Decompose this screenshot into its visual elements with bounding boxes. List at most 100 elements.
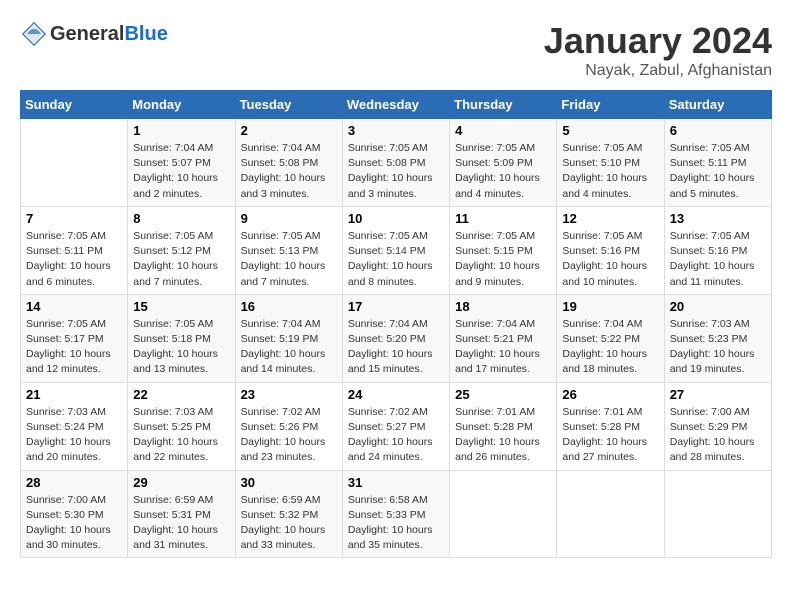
day-number: 29 [133, 475, 229, 490]
calendar-cell: 15 Sunrise: 7:05 AMSunset: 5:18 PMDayligh… [128, 294, 235, 382]
week-row-4: 21 Sunrise: 7:03 AMSunset: 5:24 PMDayligh… [21, 382, 772, 470]
calendar-cell: 10 Sunrise: 7:05 AMSunset: 5:14 PMDayligh… [342, 206, 449, 294]
calendar-cell: 25 Sunrise: 7:01 AMSunset: 5:28 PMDayligh… [450, 382, 557, 470]
calendar-cell: 12Sunrise: 7:05 AMSunset: 5:16 PMDayligh… [557, 206, 664, 294]
day-number: 4 [455, 123, 551, 138]
day-info: Sunrise: 6:59 AMSunset: 5:32 PMDaylight:… [241, 493, 337, 554]
weekday-sunday: Sunday [21, 91, 128, 119]
day-number: 16 [241, 299, 337, 314]
logo-icon [20, 20, 48, 48]
week-row-2: 7 Sunrise: 7:05 AMSunset: 5:11 PMDaylight… [21, 206, 772, 294]
weekday-thursday: Thursday [450, 91, 557, 119]
month-title: January 2024 [544, 20, 772, 62]
day-number: 2 [241, 123, 337, 138]
calendar-cell: 28 Sunrise: 7:00 AMSunset: 5:30 PMDayligh… [21, 470, 128, 558]
weekday-tuesday: Tuesday [235, 91, 342, 119]
location-title: Nayak, Zabul, Afghanistan [544, 62, 772, 80]
day-number: 22 [133, 387, 229, 402]
calendar-cell: 13Sunrise: 7:05 AMSunset: 5:16 PMDayligh… [664, 206, 771, 294]
day-number: 6 [670, 123, 766, 138]
day-info: Sunrise: 7:05 AMSunset: 5:08 PMDaylight:… [348, 141, 444, 202]
day-info: Sunrise: 7:03 AMSunset: 5:23 PMDaylight:… [670, 317, 766, 378]
logo: GeneralBlue [20, 20, 168, 48]
day-info: Sunrise: 7:03 AMSunset: 5:24 PMDaylight:… [26, 405, 122, 466]
day-info: Sunrise: 7:05 AMSunset: 5:11 PMDaylight:… [670, 141, 766, 202]
day-number: 13 [670, 211, 766, 226]
calendar-cell: 23Sunrise: 7:02 AMSunset: 5:26 PMDayligh… [235, 382, 342, 470]
calendar-cell: 5Sunrise: 7:05 AMSunset: 5:10 PMDaylight… [557, 119, 664, 207]
day-number: 10 [348, 211, 444, 226]
calendar-cell: 21 Sunrise: 7:03 AMSunset: 5:24 PMDayligh… [21, 382, 128, 470]
calendar-cell: 19 Sunrise: 7:04 AMSunset: 5:22 PMDayligh… [557, 294, 664, 382]
day-info: Sunrise: 7:05 AMSunset: 5:11 PMDaylight:… [26, 229, 122, 290]
calendar-cell [21, 119, 128, 207]
day-number: 24 [348, 387, 444, 402]
day-info: Sunrise: 7:05 AMSunset: 5:12 PMDaylight:… [133, 229, 229, 290]
day-info: Sunrise: 7:04 AMSunset: 5:07 PMDaylight:… [133, 141, 229, 202]
calendar-table: SundayMondayTuesdayWednesdayThursdayFrid… [20, 90, 772, 558]
day-info: Sunrise: 6:58 AMSunset: 5:33 PMDaylight:… [348, 493, 444, 554]
day-info: Sunrise: 7:05 AMSunset: 5:13 PMDaylight:… [241, 229, 337, 290]
calendar-cell: 14Sunrise: 7:05 AMSunset: 5:17 PMDayligh… [21, 294, 128, 382]
day-number: 23 [241, 387, 337, 402]
calendar-cell: 31 Sunrise: 6:58 AMSunset: 5:33 PMDayligh… [342, 470, 449, 558]
weekday-saturday: Saturday [664, 91, 771, 119]
day-number: 14 [26, 299, 122, 314]
day-number: 18 [455, 299, 551, 314]
day-number: 27 [670, 387, 766, 402]
day-info: Sunrise: 7:05 AMSunset: 5:09 PMDaylight:… [455, 141, 551, 202]
day-info: Sunrise: 7:02 AMSunset: 5:27 PMDaylight:… [348, 405, 444, 466]
day-number: 3 [348, 123, 444, 138]
calendar-cell: 17 Sunrise: 7:04 AMSunset: 5:20 PMDayligh… [342, 294, 449, 382]
day-info: Sunrise: 7:00 AMSunset: 5:29 PMDaylight:… [670, 405, 766, 466]
weekday-friday: Friday [557, 91, 664, 119]
day-info: Sunrise: 7:04 AMSunset: 5:08 PMDaylight:… [241, 141, 337, 202]
calendar-cell: 24 Sunrise: 7:02 AMSunset: 5:27 PMDayligh… [342, 382, 449, 470]
day-info: Sunrise: 7:01 AMSunset: 5:28 PMDaylight:… [455, 405, 551, 466]
calendar-cell: 22 Sunrise: 7:03 AMSunset: 5:25 PMDayligh… [128, 382, 235, 470]
day-info: Sunrise: 7:01 AMSunset: 5:28 PMDaylight:… [562, 405, 658, 466]
day-info: Sunrise: 7:05 AMSunset: 5:10 PMDaylight:… [562, 141, 658, 202]
week-row-3: 14Sunrise: 7:05 AMSunset: 5:17 PMDayligh… [21, 294, 772, 382]
week-row-5: 28 Sunrise: 7:00 AMSunset: 5:30 PMDayligh… [21, 470, 772, 558]
calendar-cell: 27 Sunrise: 7:00 AMSunset: 5:29 PMDayligh… [664, 382, 771, 470]
day-number: 19 [562, 299, 658, 314]
day-info: Sunrise: 7:00 AMSunset: 5:30 PMDaylight:… [26, 493, 122, 554]
title-block: January 2024 Nayak, Zabul, Afghanistan [544, 20, 772, 80]
day-number: 26 [562, 387, 658, 402]
day-info: Sunrise: 7:05 AMSunset: 5:18 PMDaylight:… [133, 317, 229, 378]
day-number: 28 [26, 475, 122, 490]
calendar-cell: 7 Sunrise: 7:05 AMSunset: 5:11 PMDaylight… [21, 206, 128, 294]
day-info: Sunrise: 7:04 AMSunset: 5:20 PMDaylight:… [348, 317, 444, 378]
day-number: 7 [26, 211, 122, 226]
day-number: 17 [348, 299, 444, 314]
day-number: 15 [133, 299, 229, 314]
calendar-cell: 3 Sunrise: 7:05 AMSunset: 5:08 PMDaylight… [342, 119, 449, 207]
calendar-cell: 1 Sunrise: 7:04 AMSunset: 5:07 PMDaylight… [128, 119, 235, 207]
calendar-cell: 18 Sunrise: 7:04 AMSunset: 5:21 PMDayligh… [450, 294, 557, 382]
day-info: Sunrise: 7:03 AMSunset: 5:25 PMDaylight:… [133, 405, 229, 466]
weekday-wednesday: Wednesday [342, 91, 449, 119]
day-number: 21 [26, 387, 122, 402]
day-info: Sunrise: 7:04 AMSunset: 5:21 PMDaylight:… [455, 317, 551, 378]
calendar-cell: 9 Sunrise: 7:05 AMSunset: 5:13 PMDaylight… [235, 206, 342, 294]
calendar-cell: 20 Sunrise: 7:03 AMSunset: 5:23 PMDayligh… [664, 294, 771, 382]
day-info: Sunrise: 7:05 AMSunset: 5:14 PMDaylight:… [348, 229, 444, 290]
day-number: 31 [348, 475, 444, 490]
day-number: 1 [133, 123, 229, 138]
week-row-1: 1 Sunrise: 7:04 AMSunset: 5:07 PMDaylight… [21, 119, 772, 207]
day-number: 9 [241, 211, 337, 226]
calendar-cell: 16Sunrise: 7:04 AMSunset: 5:19 PMDayligh… [235, 294, 342, 382]
day-info: Sunrise: 6:59 AMSunset: 5:31 PMDaylight:… [133, 493, 229, 554]
day-number: 11 [455, 211, 551, 226]
calendar-cell [450, 470, 557, 558]
day-number: 25 [455, 387, 551, 402]
day-number: 20 [670, 299, 766, 314]
calendar-cell: 26 Sunrise: 7:01 AMSunset: 5:28 PMDayligh… [557, 382, 664, 470]
calendar-cell: 6 Sunrise: 7:05 AMSunset: 5:11 PMDaylight… [664, 119, 771, 207]
day-number: 12 [562, 211, 658, 226]
calendar-cell: 8 Sunrise: 7:05 AMSunset: 5:12 PMDaylight… [128, 206, 235, 294]
day-info: Sunrise: 7:05 AMSunset: 5:15 PMDaylight:… [455, 229, 551, 290]
day-info: Sunrise: 7:04 AMSunset: 5:22 PMDaylight:… [562, 317, 658, 378]
day-number: 8 [133, 211, 229, 226]
